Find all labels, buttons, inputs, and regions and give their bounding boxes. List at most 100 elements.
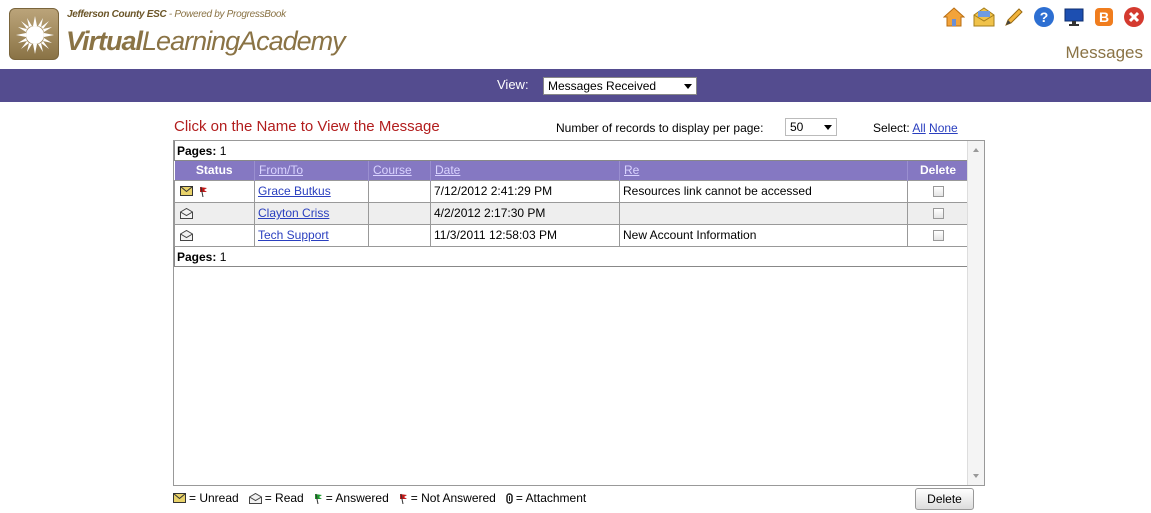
pages-value: 1 — [219, 144, 227, 158]
view-label: View: — [497, 77, 529, 92]
date-cell: 4/2/2012 2:17:30 PM — [430, 201, 620, 225]
delete-button[interactable]: Delete — [915, 488, 974, 510]
messages-grid: Pages: 1 Status From/To Course Date Re D… — [173, 140, 985, 486]
pages-top: Pages: 1 — [174, 141, 968, 161]
message-from-link[interactable]: Tech Support — [258, 228, 329, 242]
brand-title: VirtualLearningAcademy — [66, 26, 346, 57]
column-header-date[interactable]: Date — [430, 161, 620, 180]
instruction-text: Click on the Name to View the Message — [174, 118, 440, 135]
blogger-icon[interactable]: B — [1093, 6, 1115, 28]
home-icon[interactable] — [943, 6, 965, 28]
column-header-course[interactable]: Course — [368, 161, 431, 180]
sunburst-logo-icon — [16, 16, 54, 54]
chevron-down-icon — [824, 125, 832, 130]
answered-flag-icon — [314, 493, 322, 504]
logo — [9, 8, 59, 60]
brand-title-rest: LearningAcademy — [142, 26, 346, 56]
select-all-link[interactable]: All — [912, 121, 925, 135]
records-per-page-label: Number of records to display per page: — [556, 121, 764, 135]
status-cell — [174, 179, 255, 203]
message-from-link[interactable]: Clayton Criss — [258, 206, 329, 220]
messages-grid-content: Pages: 1 Status From/To Course Date Re D… — [174, 141, 969, 267]
not-answered-flag-icon — [200, 186, 207, 197]
column-header-re[interactable]: Re — [619, 161, 908, 180]
status-cell — [174, 201, 255, 225]
legend-unread: = Unread — [173, 491, 239, 505]
grid-scrollbar[interactable] — [967, 141, 984, 485]
scroll-up-icon[interactable] — [973, 148, 979, 152]
app-header: Jefferson County ESC - Powered by Progre… — [0, 0, 1151, 69]
help-icon[interactable]: ? — [1033, 6, 1055, 28]
unread-icon — [173, 493, 186, 503]
svg-text:B: B — [1099, 9, 1109, 25]
course-cell — [368, 179, 431, 203]
re-cell: New Account Information — [619, 223, 908, 247]
brand-title-strong: Virtual — [66, 26, 143, 56]
pencil-icon[interactable] — [1003, 6, 1025, 28]
delete-cell — [907, 223, 969, 247]
mail-icon[interactable] — [973, 6, 995, 28]
svg-text:?: ? — [1040, 9, 1049, 25]
select-label: Select: — [873, 121, 910, 135]
pages-label: Pages: — [177, 249, 217, 264]
message-from-link[interactable]: Grace Butkus — [258, 184, 331, 198]
legend-read: = Read — [248, 491, 304, 505]
brand-tagline: Jefferson County ESC - Powered by Progre… — [67, 9, 286, 20]
pages-value: 1 — [219, 249, 227, 264]
header-toolbar: ? B — [943, 6, 1145, 28]
records-per-page-value: 50 — [790, 120, 804, 134]
attachment-icon — [506, 492, 513, 504]
course-cell — [368, 223, 431, 247]
powered-by: - Powered by ProgressBook — [166, 9, 286, 20]
table-row: Grace Butkus 7/12/2012 2:41:29 PM Resour… — [174, 179, 969, 203]
table-row: Tech Support 11/3/2011 12:58:03 PM New A… — [174, 223, 969, 247]
view-select-value: Messages Received — [548, 79, 657, 93]
legend-not-answered-label: = Not Answered — [410, 491, 496, 505]
view-bar: View: Messages Received — [0, 69, 1151, 102]
chevron-down-icon — [684, 84, 692, 89]
date-cell: 7/12/2012 2:41:29 PM — [430, 179, 620, 203]
re-cell: Resources link cannot be accessed — [619, 179, 908, 203]
pages-bottom: Pages: 1 — [174, 246, 968, 267]
column-header-delete: Delete — [907, 161, 969, 180]
read-icon — [248, 492, 262, 504]
page-title: Messages — [1065, 43, 1143, 62]
select-controls: Select: All None — [873, 121, 958, 135]
delete-checkbox[interactable] — [932, 208, 944, 220]
close-icon[interactable] — [1123, 6, 1145, 28]
delete-cell — [907, 179, 969, 203]
pages-label: Pages: — [177, 144, 217, 158]
legend-attachment: = Attachment — [506, 491, 586, 505]
legend-read-label: = Read — [264, 491, 304, 505]
read-icon — [180, 229, 193, 241]
delete-checkbox[interactable] — [932, 186, 944, 198]
course-cell — [368, 201, 431, 225]
select-none-link[interactable]: None — [929, 121, 958, 135]
monitor-icon[interactable] — [1063, 6, 1085, 28]
from-cell: Clayton Criss — [254, 201, 369, 225]
re-cell — [619, 201, 908, 225]
from-cell: Tech Support — [254, 223, 369, 247]
column-header-from-to[interactable]: From/To — [254, 161, 369, 180]
status-legend: = Unread = Read = Answered = Not Answere… — [173, 491, 596, 505]
legend-unread-label: = Unread — [189, 491, 239, 505]
table-row: Clayton Criss 4/2/2012 2:17:30 PM — [174, 201, 969, 225]
view-select[interactable]: Messages Received — [543, 77, 697, 95]
from-cell: Grace Butkus — [254, 179, 369, 203]
records-per-page-select[interactable]: 50 — [785, 118, 837, 136]
delete-checkbox[interactable] — [932, 230, 944, 242]
column-header-status: Status — [174, 161, 255, 180]
legend-answered: = Answered — [314, 491, 389, 505]
legend-attachment-label: = Attachment — [515, 491, 587, 505]
table-header-row: Status From/To Course Date Re Delete — [174, 161, 969, 180]
read-icon — [180, 207, 193, 219]
unread-icon — [180, 186, 193, 196]
org-name: Jefferson County ESC — [67, 9, 167, 20]
legend-not-answered: = Not Answered — [399, 491, 496, 505]
scroll-down-icon[interactable] — [973, 474, 979, 478]
delete-cell — [907, 201, 969, 225]
not-answered-flag-icon — [399, 493, 407, 504]
legend-answered-label: = Answered — [325, 491, 389, 505]
messages-table: Status From/To Course Date Re Delete Gra… — [174, 161, 969, 247]
status-cell — [174, 223, 255, 247]
